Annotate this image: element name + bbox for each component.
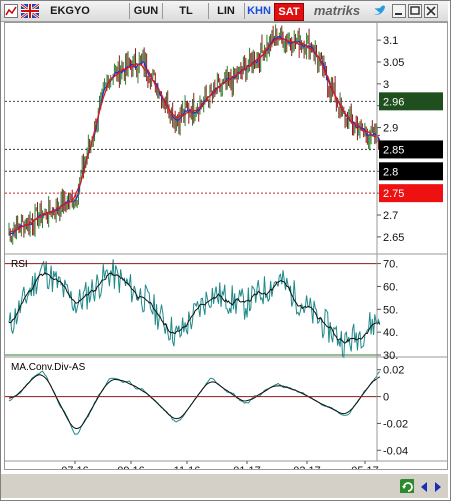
chart-icon[interactable]: [4, 4, 18, 18]
y-tick-label: 30.: [383, 350, 398, 362]
y-axis: 3.13.0532.952.92.82.752.72.652.962.852.8…: [377, 35, 443, 457]
separator: [208, 3, 209, 19]
price-level-label: 2.96: [383, 96, 404, 108]
y-tick-label: 60.: [383, 281, 398, 293]
macd-label: MA.Conv.Div-AS: [11, 362, 86, 373]
price-level-label: 2.8: [383, 166, 398, 178]
y-tick-label: 70.: [383, 259, 398, 271]
sell-button[interactable]: SAT: [274, 3, 304, 21]
scale-button[interactable]: LIN: [211, 4, 241, 18]
twitter-icon[interactable]: [372, 4, 386, 18]
x-tick-label: 01.17: [233, 465, 261, 469]
brand-logo: matriks: [313, 3, 361, 18]
refresh-icon[interactable]: [400, 479, 414, 493]
price-level-label: 2.85: [383, 144, 404, 156]
toolbar: EKGYO GUN TL LIN KHN SAT matriks: [1, 1, 448, 22]
macd-chart: [5, 370, 381, 435]
macd-signal-line: [8, 374, 381, 429]
y-tick-label: 50.: [383, 304, 398, 316]
y-tick-label: 0: [383, 392, 389, 404]
y-tick-label: 40.: [383, 327, 398, 339]
separator: [244, 3, 245, 19]
y-tick-label: 3.1: [383, 35, 398, 47]
separator: [162, 3, 163, 19]
x-tick-label: 11.16: [174, 465, 201, 469]
currency-button[interactable]: TL: [169, 4, 203, 18]
y-tick-label: 2.7: [383, 210, 398, 222]
minimize-icon[interactable]: [392, 4, 406, 18]
macd-line: [8, 370, 381, 435]
rsi-chart: [5, 259, 381, 359]
y-tick-label: 2.9: [383, 123, 398, 135]
price-chart: [5, 23, 381, 254]
scroll-left-icon[interactable]: [418, 480, 432, 494]
rsi-line: [8, 259, 381, 359]
flag-icon[interactable]: [21, 4, 39, 18]
chart-canvas[interactable]: 3.13.0532.952.92.82.752.72.652.962.852.8…: [5, 23, 447, 477]
y-tick-label: -0.02: [383, 418, 408, 430]
status-bar: [1, 474, 448, 498]
buy-button[interactable]: KHN: [246, 4, 272, 18]
maximize-icon[interactable]: [408, 4, 422, 18]
y-tick-label: 2.65: [383, 232, 404, 244]
scroll-right-icon[interactable]: [432, 480, 446, 494]
close-icon[interactable]: [424, 4, 438, 18]
x-tick-label: 03.17: [293, 465, 321, 469]
rsi-label: RSI: [11, 259, 28, 270]
x-tick-label: 05.17: [351, 465, 379, 469]
y-tick-label: 0.02: [383, 365, 404, 377]
x-tick-label: 07.16: [61, 465, 89, 469]
symbol-label[interactable]: EKGYO: [45, 4, 95, 18]
y-tick-label: 3: [383, 79, 389, 91]
x-tick-label: 09.16: [117, 465, 145, 469]
price-level-label: 2.75: [383, 188, 404, 200]
separator: [129, 3, 130, 19]
y-tick-label: -0.04: [383, 445, 408, 457]
period-button[interactable]: GUN: [131, 4, 161, 18]
y-tick-label: 3.05: [383, 57, 404, 69]
chart-panel[interactable]: 3.13.0532.952.92.82.752.72.652.962.852.8…: [4, 22, 448, 477]
